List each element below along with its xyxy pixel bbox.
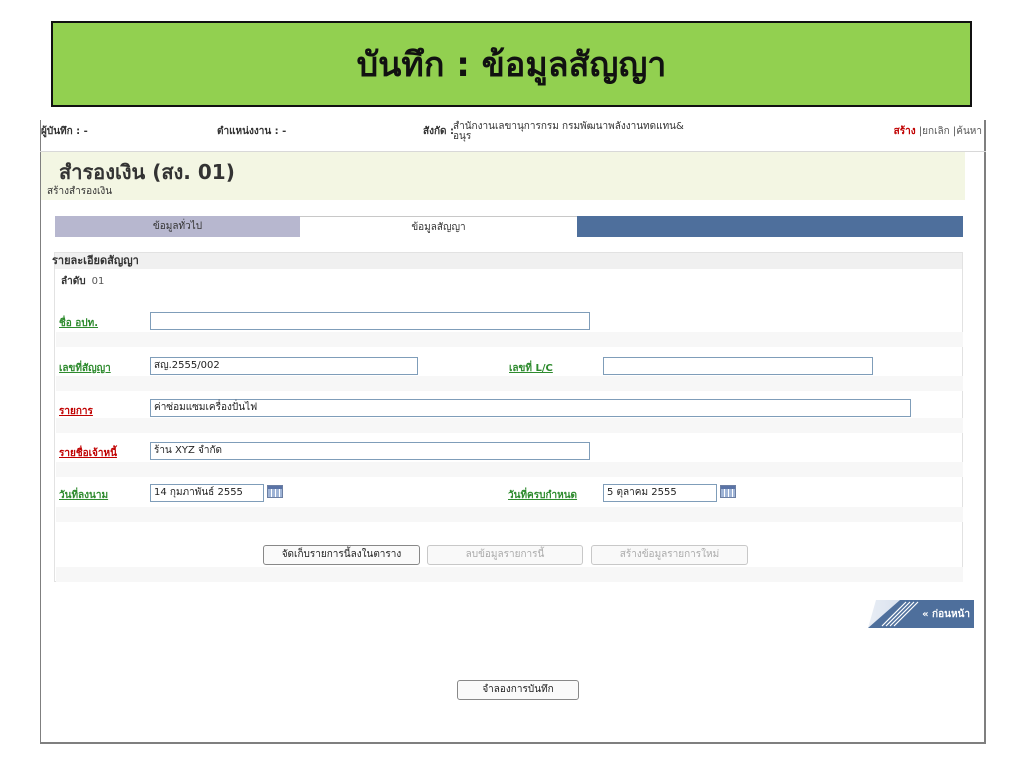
sign-date-label[interactable]: วันที่ลงนาม bbox=[59, 488, 108, 503]
sequence-row: ลำดับ 01 bbox=[61, 274, 104, 289]
due-date-label[interactable]: วันที่ครบกำหนด bbox=[508, 488, 577, 503]
section-header: รายละเอียดสัญญา bbox=[52, 253, 962, 269]
item-label[interactable]: รายการ bbox=[59, 404, 93, 419]
org-line-1: สำนักงานเลขานุการกรม กรมพัฒนาพลังงานทดแท… bbox=[453, 121, 684, 132]
tab-bar-fill bbox=[577, 216, 963, 237]
contract-number-label[interactable]: เลขที่สัญญา bbox=[59, 361, 111, 376]
title-banner: บันทึก : ข้อมูลสัญญา bbox=[51, 21, 972, 107]
row-separator bbox=[56, 332, 963, 347]
previous-button[interactable]: « ก่อนหน้า bbox=[820, 598, 974, 628]
sequence-value: 01 bbox=[91, 276, 105, 287]
previous-button-label: « ก่อนหน้า bbox=[922, 609, 970, 620]
contract-number-input[interactable]: สญ.2555/002 bbox=[150, 357, 418, 375]
sequence-label: ลำดับ bbox=[61, 276, 86, 287]
due-date-input[interactable]: 5 ตุลาคม 2555 bbox=[603, 484, 717, 502]
create-link[interactable]: สร้าง bbox=[894, 126, 916, 137]
org-value: สำนักงานเลขานุการกรม กรมพัฒนาพลังงานทดแท… bbox=[453, 122, 684, 142]
recorder-label: ผู้บันทึก : - bbox=[41, 126, 88, 137]
row-separator bbox=[56, 376, 963, 391]
contract-detail-section: รายละเอียดสัญญา ลำดับ 01 bbox=[52, 252, 963, 582]
org-line-2: อนุร bbox=[453, 131, 472, 142]
header-panel: สำรองเงิน (สง. 01) สร้างสำรองเงิน bbox=[41, 152, 965, 200]
sign-date-input[interactable]: 14 กุมภาพันธ์ 2555 bbox=[150, 484, 264, 502]
row-separator bbox=[56, 507, 963, 522]
delete-item-button[interactable]: ลบข้อมูลรายการนี้ bbox=[427, 545, 583, 565]
agency-name-input[interactable] bbox=[150, 312, 590, 330]
banner-title: บันทึก : ข้อมูลสัญญา bbox=[356, 45, 667, 85]
org-label: สังกัด : bbox=[423, 126, 455, 137]
agency-name-label[interactable]: ชื่อ อปท. bbox=[59, 316, 98, 331]
tab-general-info[interactable]: ข้อมูลทั่วไป bbox=[55, 216, 300, 237]
section-title: รายละเอียดสัญญา bbox=[52, 254, 139, 267]
tab-contract-info[interactable]: ข้อมูลสัญญา bbox=[300, 216, 577, 237]
new-item-button[interactable]: สร้างข้อมูลรายการใหม่ bbox=[591, 545, 748, 565]
top-bar: ผู้บันทึก : - ตำแหน่งงาน : - สังกัด : สำ… bbox=[40, 120, 986, 152]
cancel-link[interactable]: |ยกเลิก bbox=[919, 126, 950, 137]
calendar-icon[interactable] bbox=[720, 485, 736, 498]
page-subtitle: สร้างสำรองเงิน bbox=[47, 186, 113, 197]
row-separator bbox=[56, 567, 963, 582]
simulate-save-button[interactable]: จำลองการบันทึก bbox=[457, 680, 579, 700]
search-link[interactable]: |ค้นหา bbox=[953, 126, 982, 137]
creditor-input[interactable]: ร้าน XYZ จำกัด bbox=[150, 442, 590, 460]
lc-number-label[interactable]: เลขที่ L/C bbox=[509, 361, 553, 376]
position-label: ตำแหน่งงาน : - bbox=[217, 126, 287, 137]
lc-number-input[interactable] bbox=[603, 357, 873, 375]
top-actions: สร้าง |ยกเลิก |ค้นหา bbox=[894, 124, 982, 139]
tab-bar: ข้อมูลทั่วไป ข้อมูลสัญญา bbox=[55, 216, 963, 237]
item-input[interactable]: ค่าซ่อมแซมเครื่องปั่นไฟ bbox=[150, 399, 911, 417]
calendar-icon[interactable] bbox=[267, 485, 283, 498]
row-separator bbox=[56, 462, 963, 477]
row-separator bbox=[56, 418, 963, 433]
store-item-button[interactable]: จัดเก็บรายการนี้ลงในตาราง bbox=[263, 545, 420, 565]
creditor-label[interactable]: รายชื่อเจ้าหนี้ bbox=[59, 446, 117, 461]
